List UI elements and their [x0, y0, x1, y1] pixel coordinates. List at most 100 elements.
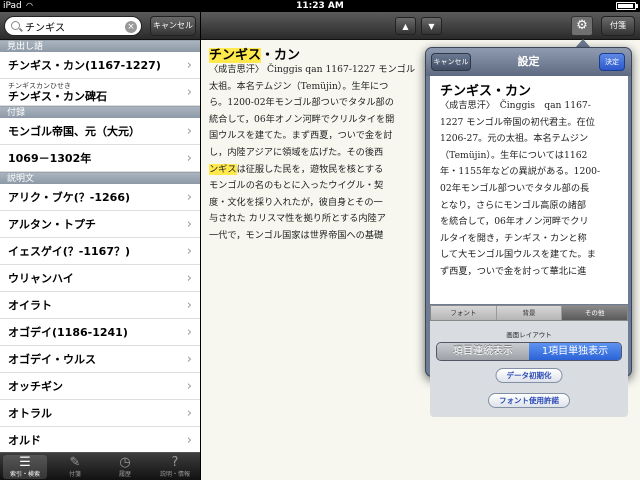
result-list[interactable]: 見出し語 チンギス・カン(1167-1227) › チンギスカンひせき チンギス・カン碑…: [0, 40, 200, 452]
text-line: 統合して，06年オノン河畔でクリルタイを開: [209, 113, 395, 125]
text-line: 1206-27。元の太祖。本名テムジン: [440, 133, 589, 145]
list-item[interactable]: アルタン・トプチ ›: [0, 211, 200, 238]
list-item[interactable]: オルド ›: [0, 427, 200, 452]
tab-info[interactable]: ? 説明・情報: [150, 453, 200, 480]
section-header: 見出し語: [0, 40, 200, 52]
status-bar: iPad ◠ 11:23 AM: [0, 0, 640, 12]
clear-search-icon[interactable]: ×: [125, 21, 137, 33]
section-header: 説明文: [0, 172, 200, 184]
chevron-right-icon: ›: [186, 433, 192, 448]
tab-label: 索引・検索: [9, 471, 40, 478]
layout-option[interactable]: 項目連続表示: [437, 343, 529, 360]
list-item-label: オルド: [8, 434, 41, 447]
chevron-right-icon: ›: [186, 271, 192, 286]
font-license-button[interactable]: フォント使用許諾: [488, 393, 570, 408]
settings-done-button[interactable]: 決定: [599, 53, 625, 71]
battery-icon: [616, 2, 636, 10]
settings-tab[interactable]: 背景: [497, 306, 563, 320]
search-input[interactable]: [25, 19, 123, 34]
list-item[interactable]: チンギスカンひせき チンギス・カン碑石 ›: [0, 79, 200, 106]
search-bar: × キャンセル: [0, 12, 200, 40]
text-line: 02年モンゴル部ついでタタル部の長: [440, 182, 590, 194]
list-item-label: アリク・ブケ(？-1266): [8, 191, 131, 204]
preview-body: 〈成吉思汗〉 Činggis qan 1167- 1227 モンゴル帝国の初代君主…: [440, 98, 624, 281]
list-item[interactable]: オゴデイ・ウルス ›: [0, 346, 200, 373]
text-line: し，内陸アジアに領域を広げた。その後西: [209, 146, 384, 158]
list-item[interactable]: オッチギン ›: [0, 373, 200, 400]
headword-rest: ・カン: [261, 48, 301, 63]
content-toolbar: ▲ ▼ ⚙ 付箋: [201, 12, 640, 40]
article-headword: チンギス・カン: [209, 44, 300, 63]
list-item[interactable]: アリク・ブケ(？-1266) ›: [0, 184, 200, 211]
tab-history[interactable]: ◷ 履歴: [100, 453, 150, 480]
tab-index-search[interactable]: ☰ 索引・検索: [0, 453, 50, 480]
gear-icon: ⚙: [576, 18, 588, 33]
text-line: （Temüjin）。生年については1162: [440, 149, 588, 161]
search-field[interactable]: ×: [4, 16, 142, 36]
text-line: 年・1155年などの異説がある。1200-: [440, 166, 601, 178]
list-icon: ☰: [19, 455, 31, 470]
search-cancel-button[interactable]: キャンセル: [150, 16, 196, 36]
text-line: 太祖。本名テムジン（Temüjin）。生年につ: [209, 80, 389, 92]
chevron-right-icon: ›: [186, 85, 192, 100]
list-item[interactable]: オトラル ›: [0, 400, 200, 427]
layout-label: 画面レイアウト: [506, 331, 552, 339]
prev-entry-button[interactable]: ▲: [395, 17, 416, 35]
text-line: 〈成吉思汗〉 Činggis qan 1167-: [440, 100, 591, 111]
section-header: 付録: [0, 106, 200, 118]
list-item-label: オゴデイ・ウルス: [8, 353, 96, 366]
preview-headword: チンギス・カン: [440, 84, 532, 99]
chevron-right-icon: ›: [186, 352, 192, 367]
chevron-right-icon: ›: [186, 190, 192, 205]
list-item[interactable]: ウリャンハイ ›: [0, 265, 200, 292]
list-item[interactable]: オイラト ›: [0, 292, 200, 319]
chevron-right-icon: ›: [186, 379, 192, 394]
battery-tip: [636, 4, 638, 8]
list-item-label: ウリャンハイ: [8, 272, 74, 285]
list-item[interactable]: 1069－1302年 ›: [0, 145, 200, 172]
list-item[interactable]: イェスゲイ(？-1167？) ›: [0, 238, 200, 265]
popover-header: キャンセル 設定 決定: [426, 48, 631, 76]
text-line: ら。1200-02年モンゴル部ついでタタル部の: [209, 97, 394, 109]
chevron-right-icon: ›: [186, 406, 192, 421]
list-item-label: 1069－1302年: [8, 152, 92, 165]
settings-popover: キャンセル 設定 決定 チンギス・カン 〈成吉思汗〉 Činggis qan 1…: [425, 47, 632, 417]
settings-tab[interactable]: その他: [562, 306, 628, 320]
list-item[interactable]: オゴデイ(1186-1241) ›: [0, 319, 200, 346]
text-line: 度・文化を採り入れたが，彼自身とその一: [209, 196, 383, 208]
tab-bar: ☰ 索引・検索 ✎ 付箋 ◷ 履歴 ? 説明・情報: [0, 452, 200, 480]
tab-label: 付箋: [68, 471, 81, 478]
list-item-label: イェスゲイ(？-1167？): [8, 245, 131, 258]
chevron-right-icon: ›: [186, 298, 192, 313]
layout-option[interactable]: 1項目単独表示: [529, 343, 621, 360]
text-line: ルタイを開き，チンギス・カンと称: [440, 232, 587, 244]
list-item-label: モンゴル帝国、元（大元）: [8, 125, 140, 138]
text-line: を統合して，06年オノン河畔でクリ: [440, 216, 589, 228]
reset-data-button[interactable]: データ初期化: [495, 368, 563, 383]
text-line: 1227 モンゴル帝国の初代君主。在位: [440, 116, 595, 128]
headword-highlight: チンギス: [209, 48, 262, 63]
fusen-button[interactable]: 付箋: [601, 16, 635, 36]
text-line: 与された カリスマ性を拠り所とする内陸ア: [209, 213, 386, 225]
list-item-label: チンギス・カン碑石: [8, 90, 107, 103]
text-line: モンゴルの名のもとに入ったウイグル・契: [209, 180, 384, 192]
settings-tabs: フォント 背景 その他: [430, 305, 628, 321]
list-item[interactable]: モンゴル帝国、元（大元） ›: [0, 118, 200, 145]
list-item-label: オッチギン: [8, 380, 63, 393]
next-entry-button[interactable]: ▼: [421, 17, 442, 35]
settings-tab[interactable]: フォント: [431, 306, 497, 320]
chevron-right-icon: ›: [186, 58, 192, 73]
text-line: して大モンゴル国ウルスを建てた。ま: [440, 249, 596, 261]
list-item[interactable]: チンギス・カン(1167-1227) ›: [0, 52, 200, 79]
list-item-label: アルタン・トプチ: [8, 218, 96, 231]
tab-label: 説明・情報: [159, 471, 190, 478]
settings-preview: チンギス・カン 〈成吉思汗〉 Činggis qan 1167- 1227 モンゴ…: [430, 76, 628, 304]
settings-button[interactable]: ⚙: [571, 16, 593, 36]
tab-label: 履歴: [118, 471, 131, 478]
term-highlight: ンギス: [209, 163, 237, 175]
chevron-right-icon: ›: [186, 124, 192, 139]
chevron-right-icon: ›: [186, 325, 192, 340]
text-line: 〈成吉思汗〉 Činggis qan 1167-1227 モンゴル: [209, 64, 416, 75]
tab-fusen[interactable]: ✎ 付箋: [50, 453, 100, 480]
text-line: ンギスは征服した民を，遊牧民を核とする: [209, 163, 384, 175]
